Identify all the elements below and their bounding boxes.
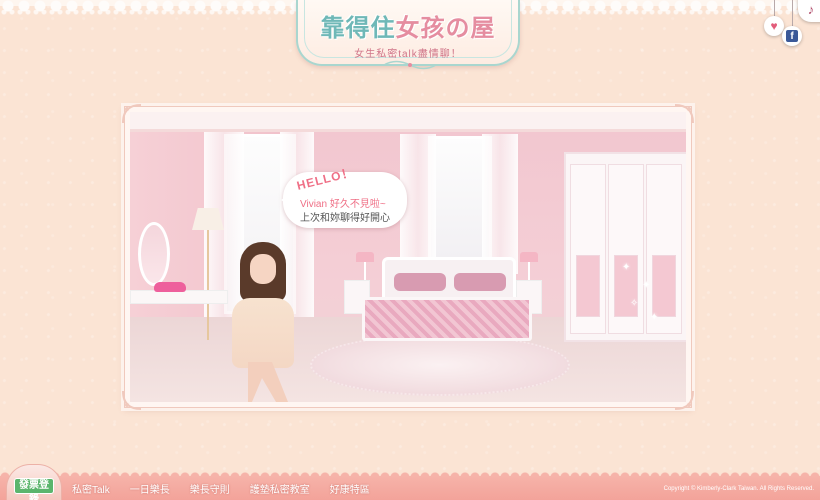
- logo-flourish-icon: [383, 60, 437, 70]
- fb-string: [792, 0, 793, 26]
- bed: [362, 257, 532, 352]
- heart-icon[interactable]: ♥: [764, 16, 784, 36]
- nav-leader-rules[interactable]: 樂長守則: [190, 481, 230, 496]
- site-logo[interactable]: 靠得住女孩の屋 女生私密talk盡情聊！: [296, 0, 520, 70]
- girl-figure: [218, 242, 308, 402]
- bedroom-scene: ✦ ✦ ✧ ✦: [130, 112, 686, 402]
- invoice-register-button[interactable]: 發票登錄: [14, 478, 54, 500]
- nav-deals[interactable]: 好康特區: [330, 481, 370, 496]
- wardrobe: [564, 152, 686, 342]
- sparkle-icon: ✦: [650, 312, 659, 323]
- nav-liner-classroom[interactable]: 護墊私密教室: [250, 481, 310, 496]
- facebook-button[interactable]: f: [782, 26, 802, 46]
- logo-title-house: 女孩の屋: [395, 13, 496, 42]
- sparkle-icon: ✦: [642, 280, 651, 291]
- bubble-message: 上次和妳聊得好開心: [300, 213, 390, 224]
- footer-nav: 私密Talk 一日樂長 樂長守則 護墊私密教室 好康特區: [72, 481, 370, 496]
- heart-string: [774, 0, 775, 16]
- ceiling: [130, 112, 686, 132]
- bubble-greeting: Vivian 好久不見啦~: [300, 199, 386, 210]
- vanity-table: [130, 222, 228, 332]
- nav-one-day-leader[interactable]: 一日樂長: [130, 481, 170, 496]
- copyright-text: Copyright © Kimberly-Clark Taiwan. All R…: [663, 486, 814, 492]
- logo-title: 靠得住女孩の屋: [298, 8, 518, 43]
- sparkle-icon: ✧: [630, 298, 639, 309]
- curtain: [482, 134, 518, 274]
- nav-private-talk[interactable]: 私密Talk: [72, 481, 110, 496]
- facebook-icon: f: [786, 30, 798, 42]
- sparkle-icon: ✦: [622, 262, 631, 273]
- logo-title-brand: 靠得住: [320, 13, 396, 42]
